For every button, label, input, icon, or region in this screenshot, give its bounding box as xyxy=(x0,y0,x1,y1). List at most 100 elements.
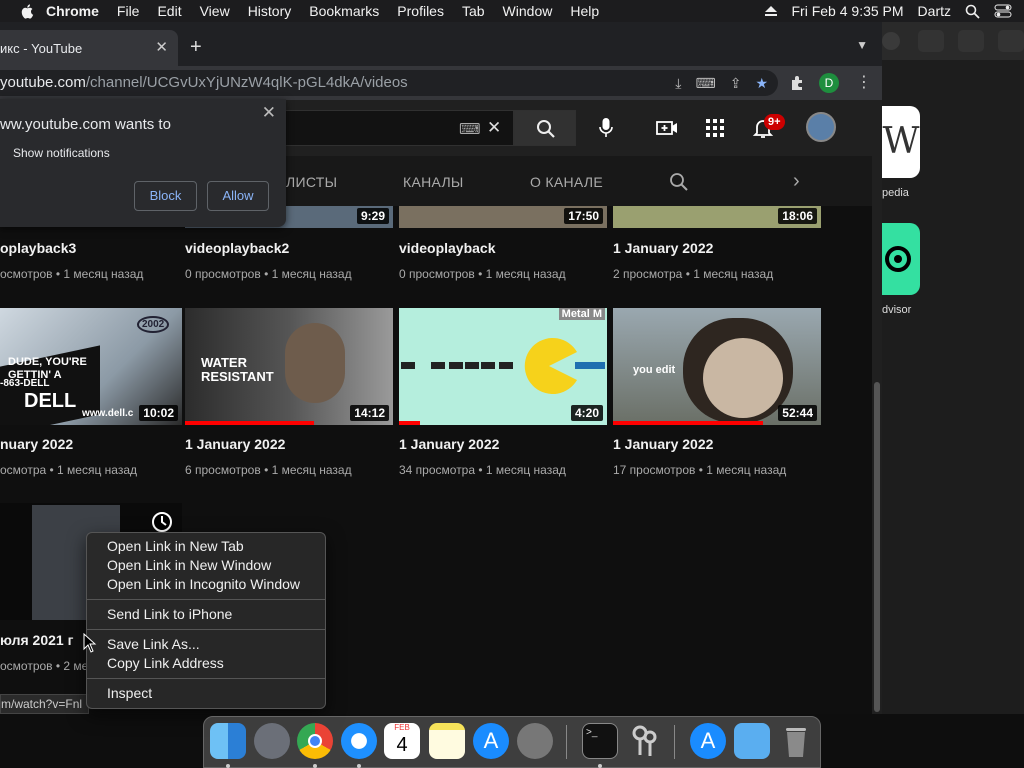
share-icon[interactable] xyxy=(918,30,944,52)
menu-profiles[interactable]: Profiles xyxy=(397,3,444,19)
video-title[interactable]: videoplayback xyxy=(399,240,496,256)
menubar-user[interactable]: Dartz xyxy=(918,3,951,19)
tab-about[interactable]: О КАНАЛЕ xyxy=(530,174,603,190)
video-thumbnail[interactable]: DUDE, YOU'RE GETTIN' A DELL -863-DELL ww… xyxy=(0,308,182,425)
block-button[interactable]: Block xyxy=(134,181,197,211)
extensions-puzzle-icon[interactable] xyxy=(789,74,807,92)
calendar-icon[interactable]: FEB 4 xyxy=(384,723,420,759)
thumb-figure xyxy=(285,323,345,403)
control-center-icon[interactable] xyxy=(994,4,1012,18)
search-button[interactable] xyxy=(514,110,576,146)
tabs-overview-icon[interactable] xyxy=(958,30,984,52)
menu-bookmarks[interactable]: Bookmarks xyxy=(309,3,379,19)
search-icon xyxy=(537,120,555,138)
menu-copy-link-address[interactable]: Copy Link Address xyxy=(87,654,325,673)
app-store-icon[interactable]: A xyxy=(473,723,509,759)
thumb-text: WATER RESISTANT xyxy=(201,355,274,384)
eject-icon[interactable] xyxy=(764,5,778,17)
menu-open-link-new-tab[interactable]: Open Link in New Tab xyxy=(87,537,325,556)
channel-search-icon[interactable] xyxy=(669,172,689,192)
url-host: youtube.com xyxy=(0,74,86,91)
tab-playlists[interactable]: ЛИСТЫ xyxy=(286,174,337,190)
menu-open-link-incognito[interactable]: Open Link in Incognito Window xyxy=(87,575,325,594)
video-title[interactable]: 1 January 2022 xyxy=(613,240,713,256)
video-meta: 0 просмотров • 1 месяц назад xyxy=(185,267,352,281)
popup-close-icon[interactable]: ✕ xyxy=(262,103,276,123)
wikipedia-tile[interactable]: W xyxy=(882,106,920,178)
allow-button[interactable]: Allow xyxy=(207,181,269,211)
tab-youtube[interactable]: икс - YouTube ✕ xyxy=(0,30,178,66)
menu-history[interactable]: History xyxy=(248,3,292,19)
video-meta: 2 просмотра • 1 месяц назад xyxy=(613,267,774,281)
video-title[interactable]: oplayback3 xyxy=(0,240,76,256)
profile-avatar[interactable]: D xyxy=(819,73,839,93)
keychain-icon[interactable] xyxy=(626,723,662,759)
video-title[interactable]: 1 January 2022 xyxy=(185,436,285,452)
video-title[interactable]: nuary 2022 xyxy=(0,436,73,452)
video-thumbnail[interactable]: 18:06 xyxy=(613,206,821,228)
create-video-icon[interactable] xyxy=(655,116,679,140)
share-icon[interactable]: ⇪ xyxy=(730,70,742,96)
video-title[interactable]: юля 2021 г xyxy=(0,632,73,648)
notes-icon[interactable] xyxy=(429,723,465,759)
video-title[interactable]: 1 January 2022 xyxy=(613,436,713,452)
keyboard-icon[interactable]: ⌨ xyxy=(459,120,481,138)
tripadvisor-tile[interactable] xyxy=(882,223,920,295)
downloads-folder-icon[interactable] xyxy=(734,723,770,759)
menu-window[interactable]: Window xyxy=(503,3,553,19)
chevron-right-icon[interactable]: › xyxy=(793,170,800,193)
wikipedia-label: pedia xyxy=(882,187,909,199)
scrollbar-thumb[interactable] xyxy=(874,382,880,712)
system-preferences-icon[interactable] xyxy=(517,723,553,759)
bg-window-button-3[interactable] xyxy=(998,30,1024,52)
install-app-icon[interactable]: ⤓ xyxy=(675,70,681,96)
menubar-datetime[interactable]: Fri Feb 4 9:35 PM xyxy=(792,3,904,19)
youtube-account-avatar[interactable] xyxy=(806,112,836,142)
clear-search-icon[interactable]: ✕ xyxy=(487,118,501,138)
bookmark-star-icon[interactable]: ★ xyxy=(755,70,768,96)
watch-later-clock-icon[interactable] xyxy=(151,511,173,533)
notification-count-badge: 9+ xyxy=(764,114,785,130)
menu-chrome[interactable]: Chrome xyxy=(46,3,99,19)
menu-tab[interactable]: Tab xyxy=(462,3,485,19)
bg-window-button[interactable] xyxy=(882,32,900,50)
video-progress-bar xyxy=(399,421,420,425)
trash-icon[interactable] xyxy=(778,723,814,759)
app-store-downloads-icon[interactable]: A xyxy=(690,723,726,759)
menu-send-link-iphone[interactable]: Send Link to iPhone xyxy=(87,605,325,624)
menu-help[interactable]: Help xyxy=(570,3,599,19)
video-thumbnail[interactable]: you edit 52:44 xyxy=(613,308,821,425)
new-tab-icon[interactable]: + xyxy=(190,36,202,59)
menu-file[interactable]: File xyxy=(117,3,140,19)
video-title[interactable]: videoplayback2 xyxy=(185,240,289,256)
browser-toolbar: youtube.com/channel/UCGvUxYjUNzW4qlK-pGL… xyxy=(0,66,882,100)
spotlight-search-icon[interactable] xyxy=(965,4,980,19)
chrome-menu-icon[interactable]: ⋮ xyxy=(856,72,874,91)
translate-icon[interactable]: ⌨ xyxy=(695,70,715,96)
video-thumbnail[interactable]: 17:50 xyxy=(399,206,607,228)
tab-close-icon[interactable]: ✕ xyxy=(155,38,168,56)
voice-search-button[interactable] xyxy=(590,110,624,146)
video-title[interactable]: 1 January 2022 xyxy=(399,436,499,452)
chrome-icon[interactable] xyxy=(297,723,333,759)
page-scrollbar[interactable] xyxy=(872,100,882,714)
menu-inspect[interactable]: Inspect xyxy=(87,684,325,703)
video-thumbnail[interactable]: WATER RESISTANT 14:12 xyxy=(185,308,393,425)
menu-view[interactable]: View xyxy=(200,3,230,19)
background-browser-window[interactable]: W pedia dvisor xyxy=(882,22,1024,714)
address-bar[interactable]: youtube.com/channel/UCGvUxYjUNzW4qlK-pGL… xyxy=(0,70,778,96)
video-meta: осмотра • 1 месяц назад xyxy=(0,463,138,477)
terminal-icon[interactable]: >_ xyxy=(582,723,618,759)
tab-channels[interactable]: КАНАЛЫ xyxy=(403,174,464,190)
menu-open-link-new-window[interactable]: Open Link in New Window xyxy=(87,556,325,575)
url-path: /channel/UCGvUxYjUNzW4qlK-pGL4dkA/videos xyxy=(85,74,408,91)
video-thumbnail[interactable]: Metal M 4:20 xyxy=(399,308,607,425)
finder-icon[interactable] xyxy=(210,723,246,759)
menu-save-link-as[interactable]: Save Link As... xyxy=(87,635,325,654)
launchpad-icon[interactable] xyxy=(254,723,290,759)
menu-edit[interactable]: Edit xyxy=(157,3,181,19)
apple-menu-icon[interactable] xyxy=(20,3,36,19)
apps-grid-icon[interactable] xyxy=(703,116,727,140)
tab-search-chevron-icon[interactable]: ▼ xyxy=(856,38,868,52)
safari-icon[interactable] xyxy=(341,723,377,759)
